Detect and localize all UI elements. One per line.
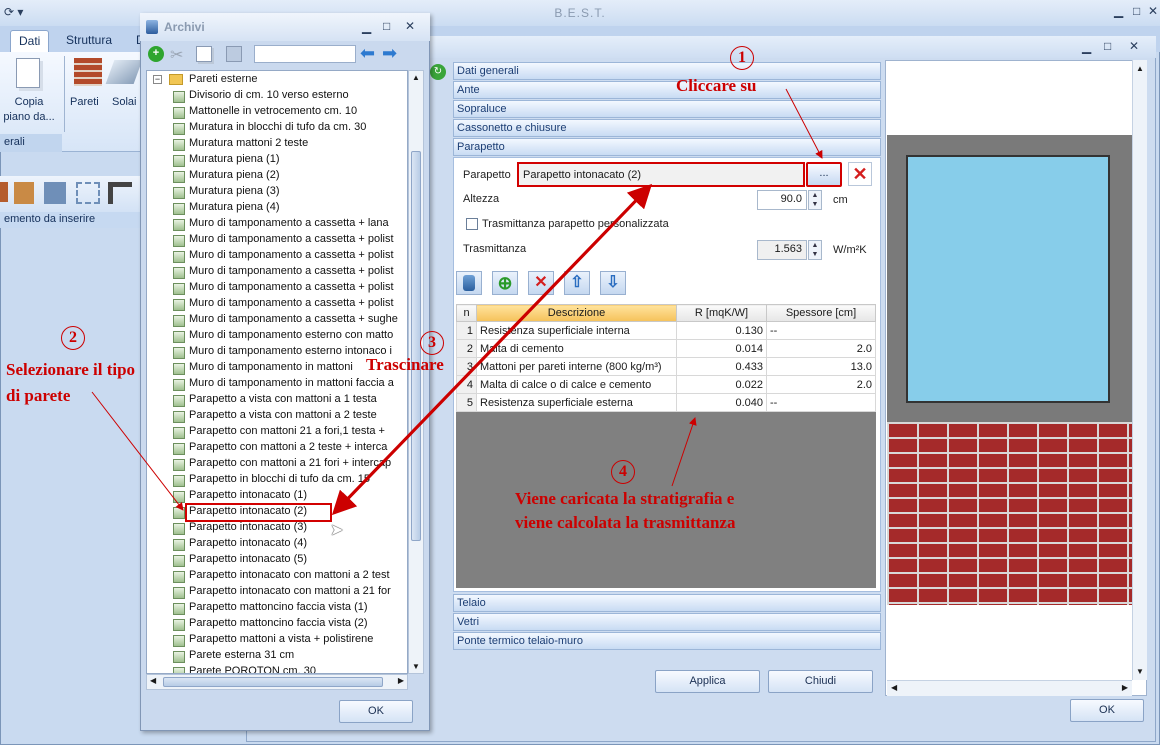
annotation-4-number: 4 bbox=[611, 460, 635, 484]
arrow-2 bbox=[91, 391, 184, 511]
annotation-arrows bbox=[91, 88, 823, 516]
annotation-4-text-b: viene calcolata la trasmittanza bbox=[515, 513, 736, 532]
annotation-1-number: 1 bbox=[730, 46, 754, 70]
arrow-1 bbox=[785, 88, 823, 159]
annotation-2-text-a: Selezionare il tipo bbox=[6, 360, 136, 379]
annotation-3-number: 3 bbox=[420, 331, 444, 355]
arrow-3b bbox=[331, 184, 652, 516]
annotation-2-text-b: di parete bbox=[6, 386, 71, 405]
annotation-1-text: Cliccare su bbox=[676, 76, 757, 95]
annotation-3-text: Trascinare bbox=[366, 355, 444, 374]
annotation-4-text-a: Viene caricata la stratigrafia e bbox=[515, 489, 735, 508]
annotation-2-number: 2 bbox=[61, 326, 85, 350]
arrow-4 bbox=[671, 417, 697, 487]
